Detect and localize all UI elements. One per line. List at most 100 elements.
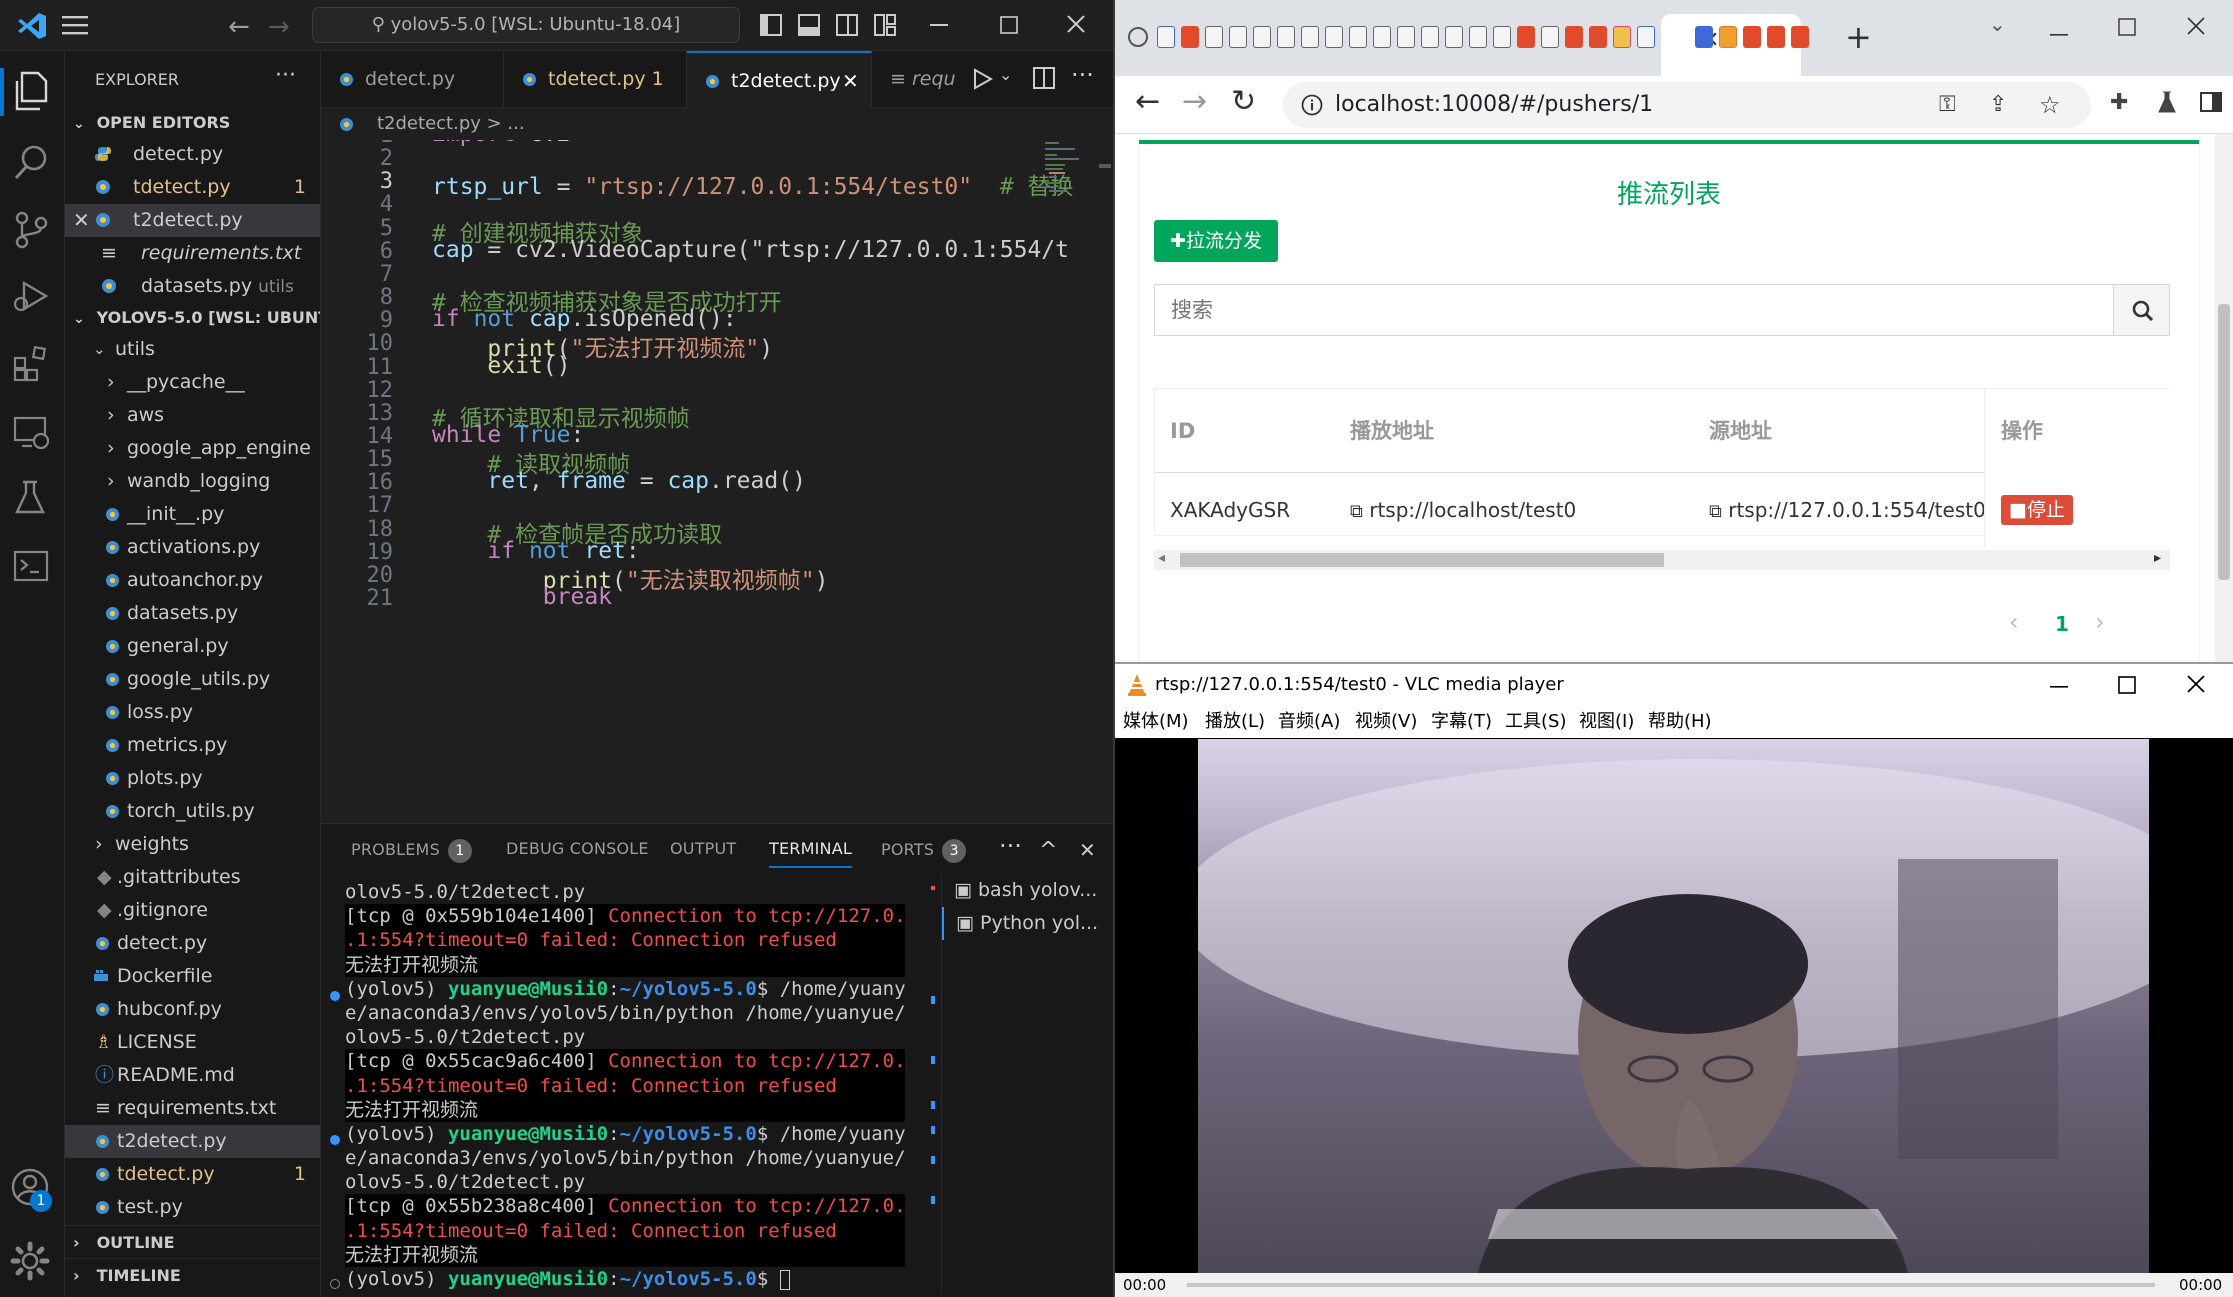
table-hscrollbar[interactable]: ◂ ▸ <box>1154 550 2170 570</box>
run-dropdown-icon[interactable]: ⌄ <box>999 65 1012 84</box>
labs-flask-icon[interactable] <box>2157 90 2177 114</box>
open-editor-item[interactable]: ≡ requirements.txt <box>65 237 320 270</box>
file-item[interactable]: ≡ requirements.txt <box>65 1092 320 1125</box>
close-icon[interactable] <box>2186 674 2206 694</box>
open-editor-item[interactable]: datasets.py utils <box>65 270 320 303</box>
close-icon[interactable] <box>1066 14 1086 34</box>
forward-arrow-icon[interactable]: → <box>268 12 290 42</box>
maximize-icon[interactable] <box>2118 676 2136 694</box>
tab-t2detect-active[interactable]: t2detect.py ✕ <box>687 51 872 108</box>
explorer-icon[interactable] <box>14 71 50 111</box>
toggle-secondary-sidebar-icon[interactable] <box>836 14 858 36</box>
tab-favicon-icon[interactable] <box>1637 26 1655 48</box>
file-item[interactable]: ◆ .gitignore <box>65 894 320 927</box>
search-input[interactable] <box>1155 285 2113 335</box>
row-source-url[interactable]: ⧉ rtsp://127.0.0.1:554/test0 <box>1709 473 1986 549</box>
maximize-icon[interactable] <box>1000 16 1018 34</box>
more-actions-icon[interactable]: ··· <box>275 51 296 104</box>
browser-scrollbar[interactable] <box>2215 134 2233 662</box>
tab-search-icon[interactable]: ⌄ <box>1989 12 2006 36</box>
testing-icon[interactable] <box>12 479 50 517</box>
file-item[interactable]: datasets.py <box>65 597 320 630</box>
file-item[interactable]: autoanchor.py <box>65 564 320 597</box>
file-item[interactable]: torch_utils.py <box>65 795 320 828</box>
tab-tdetect[interactable]: tdetect.py 1 <box>504 51 687 108</box>
menu-playback[interactable]: 播放(L) <box>1205 706 1265 738</box>
reload-icon[interactable]: ↻ <box>1231 84 1256 119</box>
tab-output[interactable]: OUTPUT <box>670 839 736 858</box>
search-icon[interactable] <box>12 143 50 181</box>
side-panel-icon[interactable] <box>2200 92 2222 112</box>
tab-requirements[interactable]: ≡ requ <box>872 51 982 108</box>
terminal-session-active[interactable]: ▣ Python yol... <box>942 907 1113 940</box>
file-item[interactable]: hubconf.py <box>65 993 320 1026</box>
tab-favicon-icon[interactable] <box>1229 26 1247 48</box>
open-editor-item[interactable]: detect.py <box>65 138 320 171</box>
maximize-panel-icon[interactable]: ^ <box>1039 838 1057 863</box>
minimap[interactable] <box>1043 140 1083 823</box>
current-page[interactable]: 1 <box>2055 612 2069 636</box>
more-actions-icon[interactable]: ··· <box>1071 61 1094 89</box>
tab-favicon-icon[interactable] <box>1743 26 1761 48</box>
minimize-icon[interactable] <box>930 24 948 27</box>
minimize-icon[interactable] <box>2050 34 2068 36</box>
tab-favicon-icon[interactable] <box>1493 26 1511 48</box>
file-item[interactable]: ⓘ README.md <box>65 1059 320 1092</box>
run-debug-icon[interactable] <box>12 277 50 315</box>
split-editor-icon[interactable] <box>1033 67 1055 89</box>
tab-favicon-icon[interactable] <box>1565 26 1583 48</box>
search-button[interactable] <box>2113 285 2169 335</box>
file-item[interactable]: ♗ LICENSE <box>65 1026 320 1059</box>
scroll-thumb[interactable] <box>1180 553 1664 567</box>
file-item-selected[interactable]: t2detect.py <box>65 1125 320 1158</box>
tab-favicon-icon[interactable] <box>1719 26 1737 48</box>
outline-section[interactable]: › OUTLINE <box>65 1225 320 1258</box>
bookmark-star-icon[interactable]: ☆ <box>2039 82 2061 128</box>
file-item[interactable]: tdetect.py 1 <box>65 1158 320 1191</box>
password-key-icon[interactable]: ⚿ <box>1939 82 1956 128</box>
folder-item[interactable]: › google_app_engine <box>65 432 320 465</box>
file-item[interactable]: ◆ .gitattributes <box>65 861 320 894</box>
maximize-icon[interactable] <box>2118 18 2136 36</box>
extensions-icon[interactable] <box>12 345 50 383</box>
file-item[interactable]: plots.py <box>65 762 320 795</box>
source-control-icon[interactable] <box>12 211 50 249</box>
menu-audio[interactable]: 音频(A) <box>1278 706 1340 738</box>
tab-favicon-icon[interactable] <box>1205 26 1223 48</box>
tab-favicon-icon[interactable] <box>1127 26 1149 48</box>
open-editor-item-active[interactable]: ✕ t2detect.py <box>65 204 320 237</box>
tab-terminal[interactable]: TERMINAL <box>769 839 852 868</box>
menu-subtitle[interactable]: 字幕(T) <box>1431 706 1492 738</box>
workspace-section[interactable]: ⌄ YOLOV5-5.0 [WSL: UBUNT... <box>65 303 320 333</box>
share-icon[interactable]: ⇪ <box>1989 82 2007 128</box>
terminal-output[interactable]: olov5-5.0/t2detect.py [tcp @ 0x559b104e14… <box>345 880 905 1297</box>
file-item[interactable]: Dockerfile <box>65 960 320 993</box>
open-editors-section[interactable]: ⌄ OPEN EDITORS <box>65 108 320 138</box>
site-info-icon[interactable] <box>1301 94 1323 116</box>
file-item[interactable]: detect.py <box>65 927 320 960</box>
video-frame[interactable] <box>1198 739 2149 1273</box>
tab-favicon-icon[interactable] <box>1301 26 1319 48</box>
next-page-icon[interactable]: › <box>2095 608 2105 636</box>
file-item[interactable]: metrics.py <box>65 729 320 762</box>
tab-favicon-icon[interactable] <box>1373 26 1391 48</box>
tab-problems[interactable]: PROBLEMS 1 <box>351 839 472 863</box>
close-tab-icon[interactable]: ✕ <box>842 53 859 110</box>
tab-favicon-icon[interactable] <box>1469 26 1487 48</box>
open-editor-item[interactable]: tdetect.py 1 <box>65 171 320 204</box>
code-editor[interactable]: 1import cv223rtsp_url = "rtsp://127.0.0.… <box>321 140 1113 823</box>
close-panel-icon[interactable]: ✕ <box>1079 838 1096 862</box>
forward-arrow-icon[interactable]: → <box>1182 84 1207 119</box>
tab-favicon-icon[interactable] <box>1397 26 1415 48</box>
tab-favicon-icon[interactable] <box>1767 26 1785 48</box>
file-item[interactable]: loss.py <box>65 696 320 729</box>
settings-gear-icon[interactable] <box>10 1241 50 1281</box>
tab-favicon-icon[interactable] <box>1695 26 1713 48</box>
folder-item[interactable]: › weights <box>65 828 320 861</box>
tab-favicon-icon[interactable] <box>1349 26 1367 48</box>
menu-help[interactable]: 帮助(H) <box>1648 706 1712 738</box>
prev-page-icon[interactable]: ‹ <box>2009 608 2019 636</box>
tab-favicon-icon[interactable] <box>1589 26 1607 48</box>
file-item[interactable]: __init__.py <box>65 498 320 531</box>
breadcrumb[interactable]: t2detect.py > ... <box>321 108 1113 140</box>
